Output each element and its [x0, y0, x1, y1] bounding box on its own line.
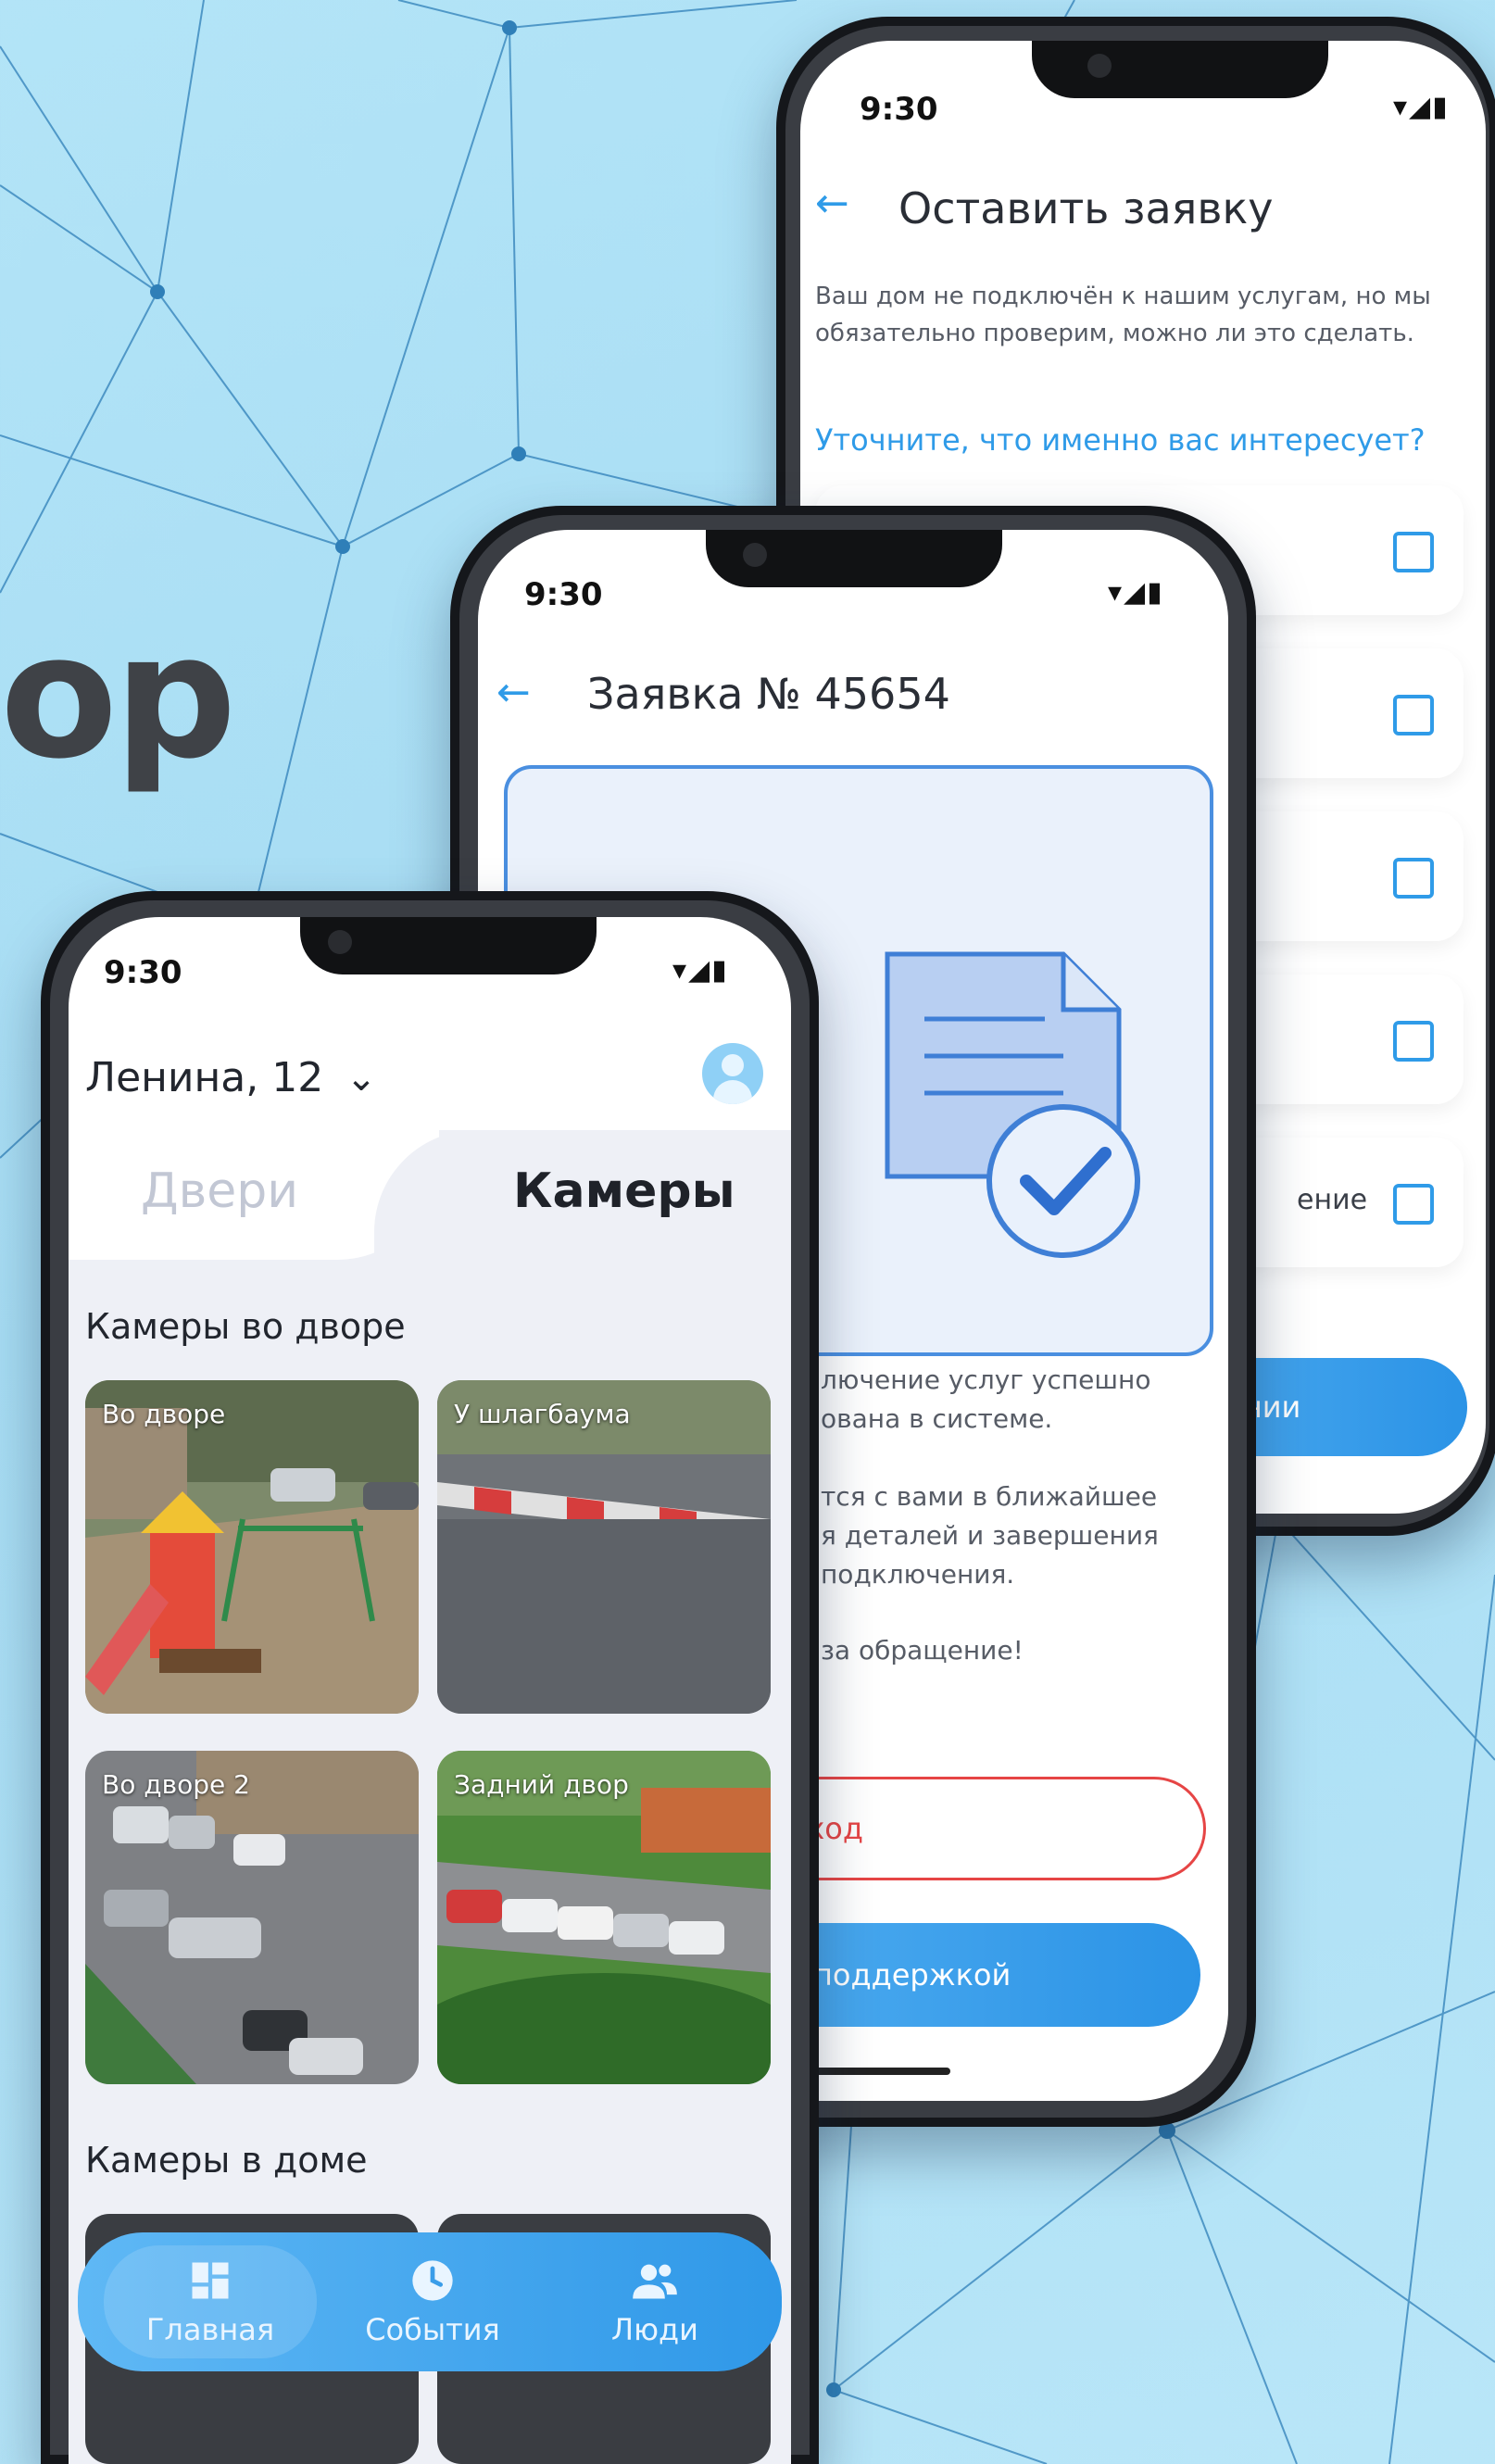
- status-text-line: подключения.: [821, 1559, 1015, 1590]
- back-arrow-icon[interactable]: ←: [815, 180, 849, 227]
- status-text-line: лючение услуг успешно: [821, 1364, 1151, 1395]
- bottom-navigation: Главная События Люди: [78, 2232, 782, 2371]
- people-icon: [633, 2264, 677, 2299]
- nav-label: Люди: [611, 2312, 698, 2347]
- camera-tile-barrier[interactable]: У шлагбаума: [437, 1380, 771, 1714]
- screen-cameras: 9:30 ▾◢▮ Ленина, 12 ⌄ Двери Камеры Камер…: [69, 917, 791, 2464]
- nav-home[interactable]: Главная: [104, 2232, 317, 2371]
- option-checkbox[interactable]: [1393, 858, 1434, 899]
- tab-doors[interactable]: Двери: [141, 1163, 298, 1219]
- section-title-house: Камеры в доме: [85, 2140, 368, 2181]
- camera-label: Во дворе 2: [102, 1769, 250, 1800]
- address-selector[interactable]: Ленина, 12 ⌄: [85, 1054, 377, 1101]
- tab-cameras[interactable]: Камеры: [513, 1163, 735, 1219]
- camera-label: Во дворе: [102, 1399, 226, 1429]
- option-checkbox[interactable]: [1393, 532, 1434, 572]
- camera-tile-yard[interactable]: Во дворе: [85, 1380, 419, 1714]
- page-title: Оставить заявку: [898, 183, 1274, 233]
- status-icons: ▾◢▮: [672, 954, 729, 987]
- camera-label: Задний двор: [454, 1769, 629, 1800]
- camera-label: У шлагбаума: [454, 1399, 631, 1429]
- nav-label: Главная: [145, 2312, 275, 2347]
- option-label: ение: [1297, 1184, 1368, 1216]
- camera-tile-backyard[interactable]: Задний двор: [437, 1751, 771, 2084]
- phone-cameras: 9:30 ▾◢▮ Ленина, 12 ⌄ Двери Камеры Камер…: [41, 891, 819, 2464]
- address-label: Ленина, 12: [85, 1054, 324, 1101]
- question-label: Уточните, что именно вас интересует?: [815, 422, 1426, 458]
- page-title: Заявка № 45654: [587, 669, 950, 719]
- status-time: 9:30: [104, 954, 182, 991]
- status-time: 9:30: [524, 576, 603, 613]
- option-checkbox[interactable]: [1393, 1021, 1434, 1062]
- status-text-line: тся с вами в ближайшее: [821, 1481, 1158, 1512]
- status-icons: ▾◢▮: [1393, 91, 1450, 123]
- nav-people[interactable]: Люди: [548, 2232, 761, 2371]
- description-text: Ваш дом не подключён к нашим услугам, но…: [815, 283, 1431, 347]
- back-arrow-icon[interactable]: ←: [496, 669, 531, 716]
- status-icons: ▾◢▮: [1108, 576, 1164, 609]
- status-text-line: я деталей и завершения: [821, 1520, 1159, 1551]
- section-title-yard: Камеры во дворе: [85, 1306, 406, 1347]
- dashboard-icon: [192, 2262, 229, 2299]
- nav-events[interactable]: События: [326, 2232, 539, 2371]
- camera-tile-yard-2[interactable]: Во дворе 2: [85, 1751, 419, 2084]
- chevron-down-icon: ⌄: [345, 1056, 377, 1100]
- status-time: 9:30: [860, 91, 938, 128]
- status-text-line: за обращение!: [821, 1635, 1024, 1666]
- background-heading-fragment: ор: [0, 597, 237, 797]
- option-checkbox[interactable]: [1393, 695, 1434, 735]
- avatar[interactable]: [702, 1043, 763, 1104]
- nav-label: События: [365, 2312, 500, 2347]
- option-checkbox[interactable]: [1393, 1184, 1434, 1225]
- status-text-line: ована в системе.: [821, 1403, 1053, 1434]
- clock-icon: [412, 2260, 453, 2301]
